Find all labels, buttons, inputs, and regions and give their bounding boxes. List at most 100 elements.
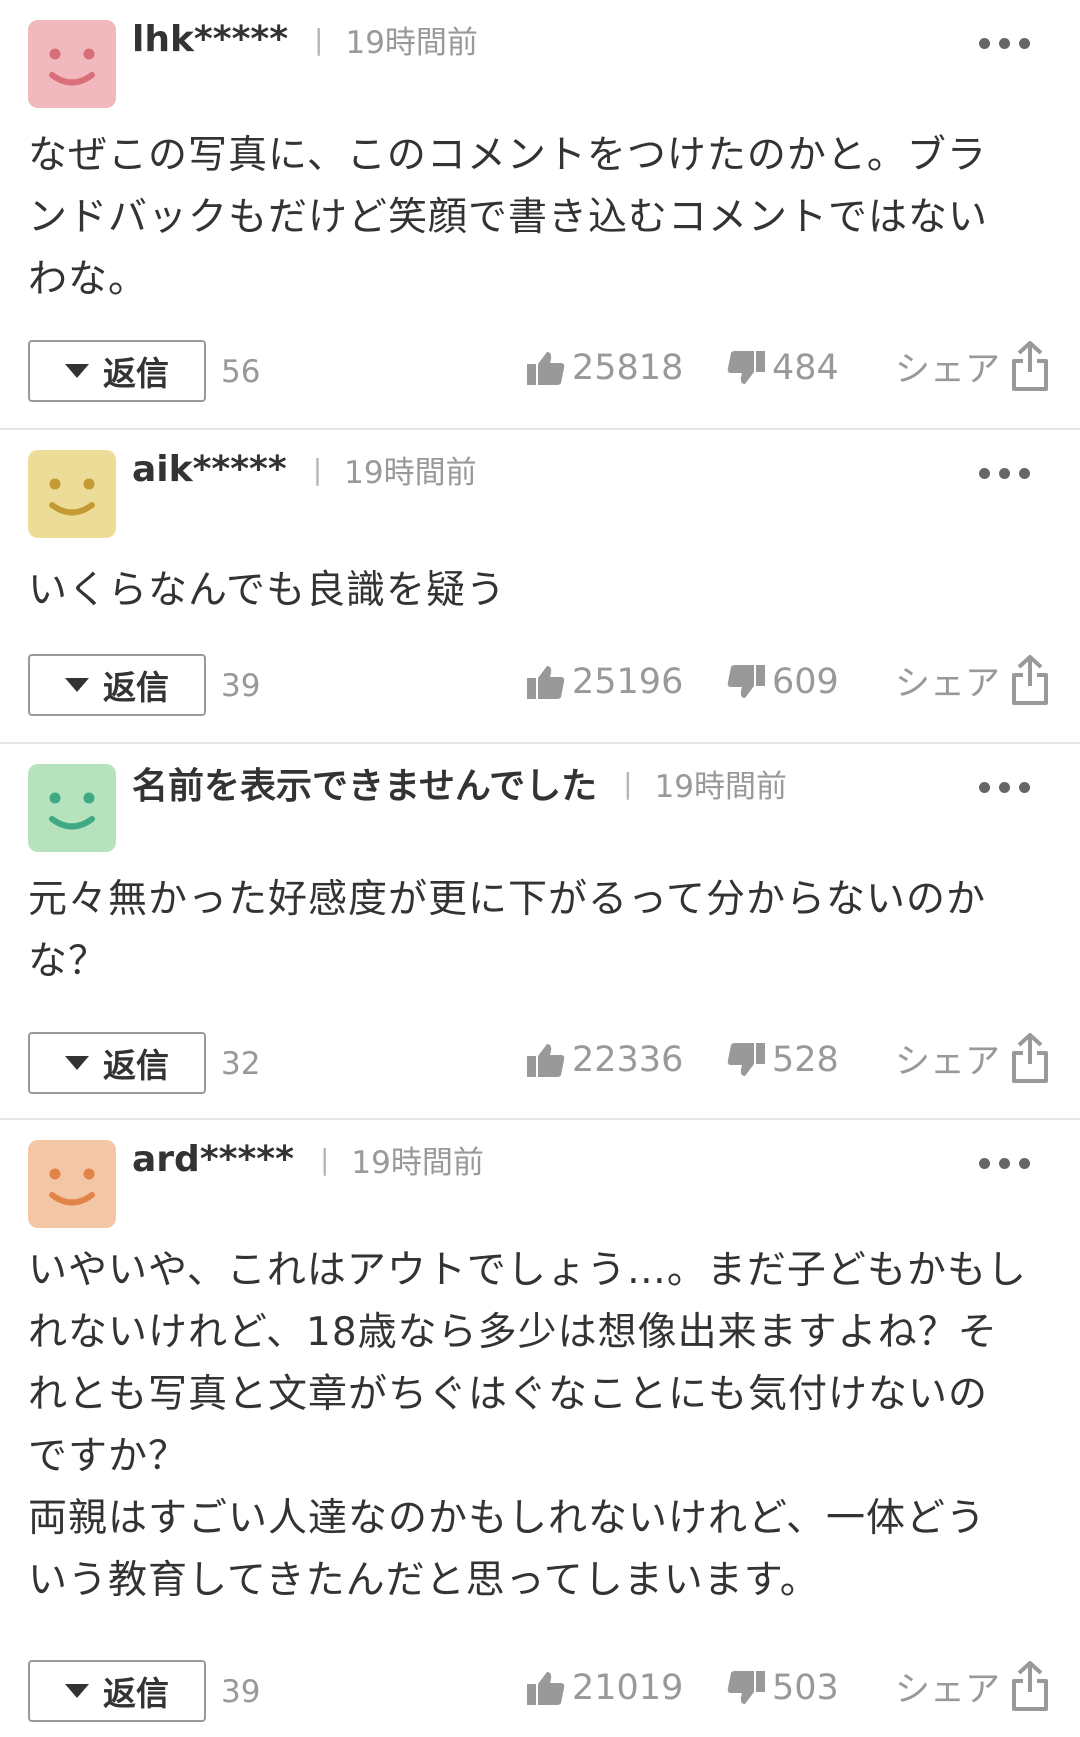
reply-label: 返信 (103, 1674, 169, 1713)
thumbs-up-icon (527, 1672, 565, 1705)
caret-down-icon (65, 1684, 89, 1698)
reply-button[interactable]: 返信 (28, 1032, 206, 1094)
reply-button[interactable]: 返信 (28, 1660, 206, 1722)
comment-line: ですか？ (28, 1434, 189, 1479)
timestamp: 19時間前 (344, 454, 477, 491)
comment-text: いくらなんでも良識を疑う (28, 560, 1050, 622)
comment-line: いう教育してきたんだと思ってしまいます。 (28, 1558, 820, 1603)
comment-card: ard***** | 19時間前 いやいや、これはアウトでしょう…。まだ子どもか… (0, 1120, 1080, 1737)
meta-divider: | (312, 452, 323, 486)
timestamp: 19時間前 (351, 1144, 484, 1181)
reply-label: 返信 (103, 668, 169, 707)
avatar (28, 20, 116, 108)
comment-meta: 名前を表示できませんでした | 19時間前 (132, 757, 788, 809)
share-button[interactable]: シェア (895, 1032, 1050, 1084)
share-icon (1012, 1033, 1048, 1083)
reply-count: 39 (221, 668, 261, 704)
dislike-count: 503 (772, 1668, 839, 1708)
avatar (28, 764, 116, 852)
thumbs-down-icon (727, 1671, 765, 1704)
thumbs-up-icon (527, 352, 565, 385)
dislike-button[interactable]: 484 (726, 348, 839, 388)
username[interactable]: aik***** (132, 449, 287, 490)
comment-card: lhk***** | 19時間前 なぜこの写真に、このコメントをつけたのかと。ブ… (0, 0, 1080, 430)
comment-line: れとも写真と文章がちぐはぐなことにも気付けないの (28, 1372, 989, 1417)
comment-line: ンドバックもだけど笑顔で書き込むコメントではない (28, 195, 989, 240)
like-button[interactable]: 21019 (526, 1668, 683, 1708)
more-options-icon[interactable] (979, 468, 1030, 479)
comment-line: わな。 (28, 257, 149, 302)
comment-line: なぜこの写真に、このコメントをつけたのかと。ブラ (28, 133, 987, 178)
share-label: シェア (894, 349, 1000, 390)
like-button[interactable]: 25818 (526, 348, 683, 388)
reply-label: 返信 (103, 1046, 169, 1085)
avatar (28, 1140, 116, 1228)
username[interactable]: lhk***** (132, 19, 288, 60)
like-count: 22336 (572, 1040, 684, 1080)
comment-line: れないけれど、18歳なら多少は想像出来ますよね？そ (28, 1310, 998, 1355)
share-button[interactable]: シェア (895, 654, 1050, 706)
thumbs-down-icon (727, 665, 765, 698)
reply-label: 返信 (103, 354, 169, 393)
comment-card: 名前を表示できませんでした | 19時間前 元々無かった好感度が更に下がるって分… (0, 744, 1080, 1120)
share-label: シェア (894, 1041, 1000, 1082)
comment-line: な？ (28, 939, 109, 984)
caret-down-icon (65, 364, 89, 378)
comment-line: いやいや、これはアウトでしょう…。まだ子どもかもし (28, 1248, 1027, 1293)
comment-meta: ard***** | 19時間前 (132, 1136, 484, 1182)
username[interactable]: ard***** (132, 1139, 294, 1180)
dislike-button[interactable]: 528 (726, 1040, 839, 1080)
dislike-button[interactable]: 503 (726, 1668, 839, 1708)
thumbs-up-icon (527, 666, 565, 699)
more-options-icon[interactable] (979, 38, 1030, 49)
timestamp: 19時間前 (654, 768, 788, 805)
share-label: シェア (894, 1669, 1000, 1710)
username[interactable]: 名前を表示できませんでした (132, 757, 597, 809)
avatar (28, 450, 116, 538)
share-icon (1012, 655, 1048, 705)
reply-count: 39 (221, 1674, 261, 1710)
comment-actions: 返信 39 25196 609 シェア (28, 654, 1050, 720)
share-button[interactable]: シェア (895, 340, 1050, 392)
comment-text: 元々無かった好感度が更に下がるって分からないのか な？ (28, 869, 1050, 993)
thumbs-down-icon (727, 1043, 765, 1076)
caret-down-icon (65, 678, 89, 692)
dislike-button[interactable]: 609 (726, 662, 839, 702)
share-icon (1012, 1661, 1048, 1711)
comment-actions: 返信 32 22336 528 シェア (28, 1032, 1050, 1098)
more-options-icon[interactable] (979, 1158, 1030, 1169)
timestamp: 19時間前 (345, 24, 478, 61)
comment-text: いやいや、これはアウトでしょう…。まだ子どもかもし れないけれど、18歳なら多少… (28, 1240, 1050, 1612)
comment-meta: aik***** | 19時間前 (132, 446, 477, 492)
comment-line: いくらなんでも良識を疑う (28, 568, 507, 613)
share-icon (1012, 341, 1048, 391)
like-button[interactable]: 22336 (526, 1040, 683, 1080)
reply-count: 56 (221, 354, 261, 390)
caret-down-icon (65, 1056, 89, 1070)
like-count: 25818 (572, 348, 684, 388)
meta-divider: | (314, 22, 324, 56)
comment-meta: lhk***** | 19時間前 (132, 16, 478, 62)
reply-count: 32 (221, 1046, 261, 1082)
like-count: 25196 (572, 662, 684, 702)
reply-button[interactable]: 返信 (28, 340, 206, 402)
meta-divider: | (623, 766, 633, 800)
dislike-count: 528 (772, 1040, 839, 1080)
share-button[interactable]: シェア (895, 1660, 1050, 1712)
comment-line: 両親はすごい人達なのかもしれないけれど、一体どう (28, 1496, 987, 1541)
thumbs-up-icon (527, 1044, 565, 1077)
dislike-count: 609 (772, 662, 839, 702)
comment-card: aik***** | 19時間前 いくらなんでも良識を疑う 返信 39 2519… (0, 430, 1080, 744)
like-count: 21019 (572, 1668, 684, 1708)
meta-divider: | (319, 1142, 330, 1176)
comment-line: 元々無かった好感度が更に下がるって分からないのか (28, 877, 987, 922)
comment-actions: 返信 56 25818 484 シェア (28, 340, 1050, 406)
more-options-icon[interactable] (979, 782, 1030, 793)
share-label: シェア (894, 663, 1000, 704)
comment-actions: 返信 39 21019 503 シェア (28, 1660, 1050, 1726)
thumbs-down-icon (727, 351, 765, 384)
dislike-count: 484 (772, 348, 839, 388)
comment-text: なぜこの写真に、このコメントをつけたのかと。ブラ ンドバックもだけど笑顔で書き込… (28, 125, 1050, 311)
reply-button[interactable]: 返信 (28, 654, 206, 716)
like-button[interactable]: 25196 (526, 662, 683, 702)
